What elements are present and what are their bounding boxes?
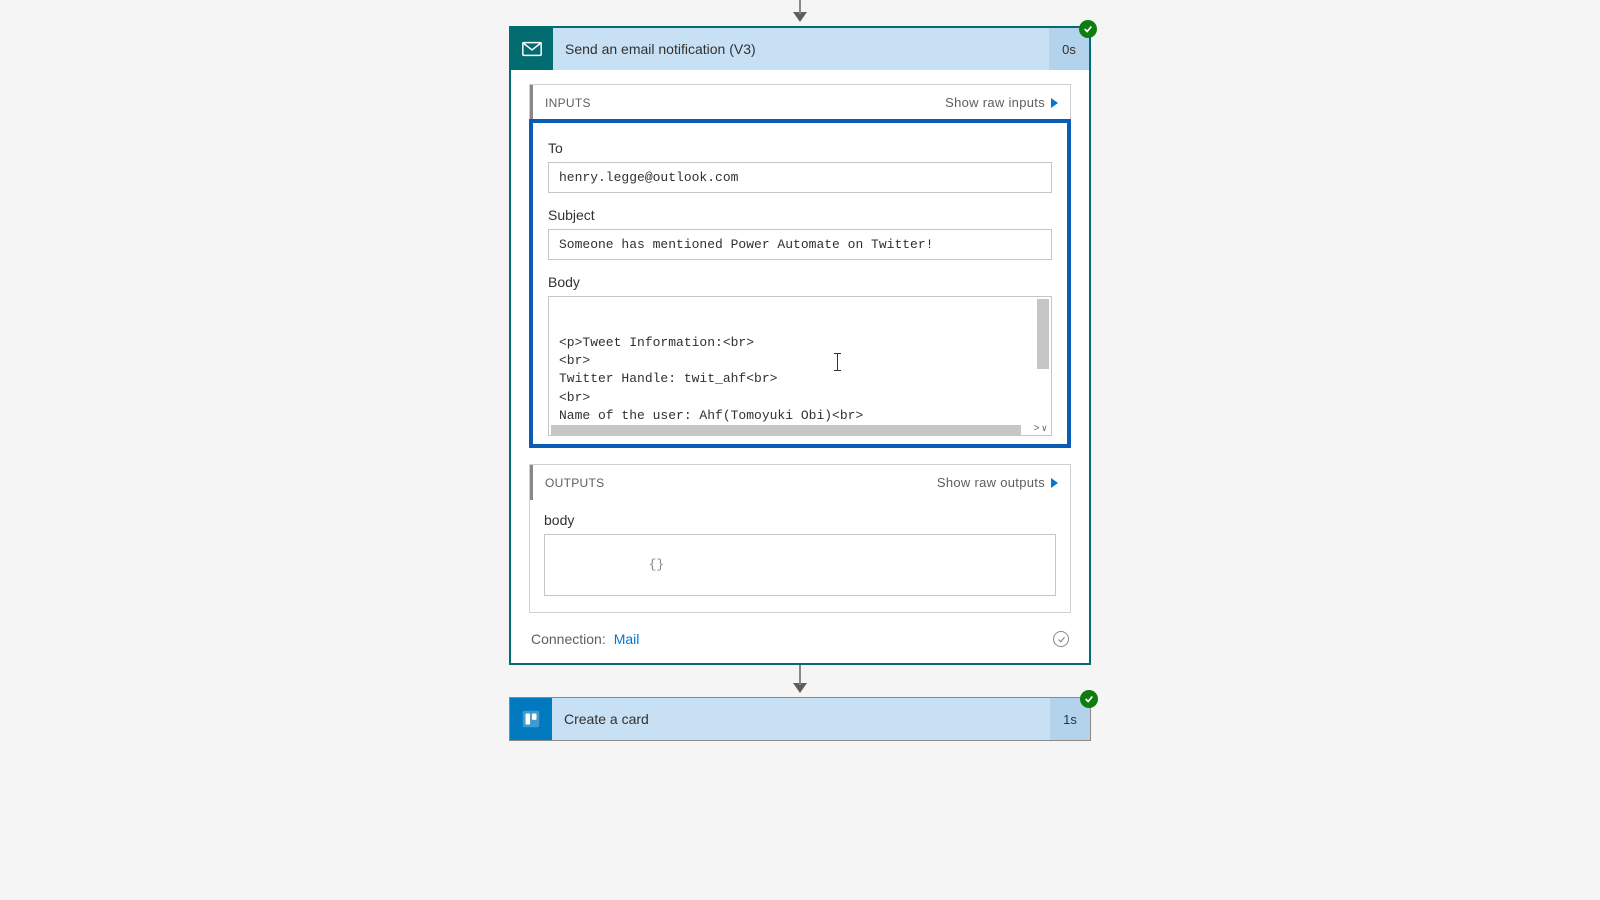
outputs-header: OUTPUTS Show raw outputs	[530, 465, 1070, 500]
chevron-right-icon	[1051, 478, 1058, 488]
braces-icon: {}	[649, 557, 665, 573]
outputs-title: OUTPUTS	[545, 476, 604, 490]
connection-row: Connection: Mail	[529, 629, 1071, 647]
body-label: Body	[548, 274, 1052, 290]
to-value[interactable]: henry.legge@outlook.com	[548, 162, 1052, 193]
subject-label: Subject	[548, 207, 1052, 223]
scrollbar-vertical[interactable]	[1037, 299, 1049, 369]
flow-step-create-card[interactable]: Create a card 1s	[509, 697, 1091, 741]
field-body: Body <p>Tweet Information:<br> <br> Twit…	[548, 274, 1052, 436]
step-header[interactable]: Send an email notification (V3) 0s	[511, 28, 1089, 70]
scroll-arrows[interactable]: >∨	[1034, 424, 1047, 435]
body-text: <p>Tweet Information:<br> <br> Twitter H…	[559, 334, 1033, 436]
step-body: INPUTS Show raw inputs To henry.legge@ou…	[511, 70, 1089, 663]
field-to: To henry.legge@outlook.com	[548, 140, 1052, 193]
step-title: Send an email notification (V3)	[553, 28, 1049, 70]
show-raw-inputs-label: Show raw inputs	[945, 95, 1045, 110]
output-body-label: body	[544, 512, 1056, 528]
show-raw-outputs-link[interactable]: Show raw outputs	[937, 475, 1058, 490]
flow-step-send-email[interactable]: Send an email notification (V3) 0s INPUT…	[509, 26, 1091, 665]
show-raw-inputs-link[interactable]: Show raw inputs	[945, 95, 1058, 110]
step-title: Create a card	[552, 698, 1050, 740]
show-raw-outputs-label: Show raw outputs	[937, 475, 1045, 490]
outputs-content: body {}	[530, 500, 1070, 612]
trello-icon	[510, 698, 552, 740]
inputs-header: INPUTS Show raw inputs	[530, 85, 1070, 120]
outputs-section: OUTPUTS Show raw outputs body {}	[529, 464, 1071, 613]
field-subject: Subject Someone has mentioned Power Auto…	[548, 207, 1052, 260]
connection-name[interactable]: Mail	[614, 631, 640, 647]
scrollbar-horizontal[interactable]	[551, 425, 1021, 435]
flow-connector-top	[793, 0, 807, 26]
connection-label: Connection:	[531, 631, 606, 647]
field-output-body: body {}	[544, 512, 1056, 596]
inputs-title: INPUTS	[545, 96, 591, 110]
inputs-section: INPUTS Show raw inputs To henry.legge@ou…	[529, 84, 1071, 448]
inputs-content: To henry.legge@outlook.com Subject Someo…	[529, 119, 1071, 448]
to-label: To	[548, 140, 1052, 156]
text-cursor	[837, 353, 838, 371]
subject-value[interactable]: Someone has mentioned Power Automate on …	[548, 229, 1052, 260]
mail-icon	[511, 28, 553, 70]
status-success-icon	[1080, 690, 1098, 708]
chevron-right-icon	[1051, 98, 1058, 108]
connection-status-icon	[1053, 631, 1069, 647]
body-value[interactable]: <p>Tweet Information:<br> <br> Twitter H…	[548, 296, 1052, 436]
flow-connector	[793, 665, 807, 697]
status-success-icon	[1079, 20, 1097, 38]
output-body-value[interactable]: {}	[544, 534, 1056, 596]
